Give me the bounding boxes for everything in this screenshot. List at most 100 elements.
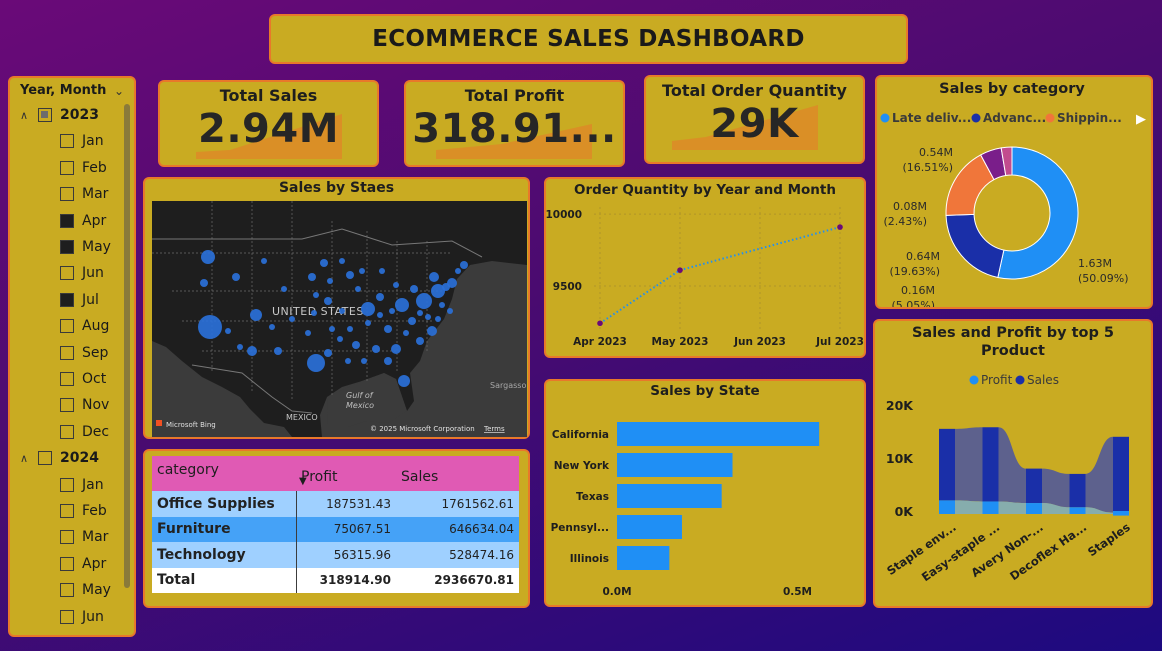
slicer-checkbox[interactable]: [60, 266, 74, 281]
slicer-item-feb[interactable]: Feb: [60, 158, 107, 178]
table-row[interactable]: Office Supplies 187531.43 1761562.61: [152, 491, 519, 517]
donut-pct-label: (19.63%): [889, 265, 940, 278]
bar-category-label: Pennsyl...: [551, 522, 609, 534]
bar: [617, 515, 682, 539]
sales-ribbon: [998, 427, 1026, 504]
slicer-item-apr[interactable]: Apr: [60, 554, 106, 574]
slicer-checkbox[interactable]: [60, 556, 74, 571]
slicer-item-label: Aug: [82, 318, 110, 335]
donut-value-label: 0.64M: [906, 250, 940, 263]
slicer-item-dec[interactable]: Dec: [60, 422, 109, 442]
profit-ribbon: [998, 501, 1026, 514]
order-quantity-line-card: Order Quantity by Year and Month 9500 1000…: [544, 177, 866, 358]
slicer-item-label: Jun: [82, 608, 104, 625]
slicer-item-mar[interactable]: Mar: [60, 527, 108, 547]
collapse-caret-icon[interactable]: ∧: [18, 109, 30, 122]
slicer-item-may[interactable]: May: [60, 237, 111, 257]
cell-profit: 75067.51: [296, 516, 396, 542]
slicer-checkbox[interactable]: [60, 134, 74, 149]
sort-desc-icon[interactable]: ▼: [299, 476, 307, 487]
ribbon-chart[interactable]: Sales and Profit by top 5 Product Profit Sa…: [875, 321, 1151, 606]
map-bubble: [417, 310, 423, 316]
y-tick-label: 10000: [546, 209, 582, 221]
slicer-item-feb[interactable]: Feb: [60, 501, 107, 521]
map-bubble: [247, 346, 257, 356]
map-bubble: [261, 258, 267, 264]
chevron-down-icon[interactable]: ⌄: [114, 84, 124, 98]
table-row[interactable]: Technology 56315.96 528474.16: [152, 542, 519, 568]
map-bubble: [359, 268, 365, 274]
header-sales[interactable]: Sales: [396, 456, 519, 491]
cell-total-label: Total: [157, 572, 196, 589]
profit-column: [1113, 511, 1129, 516]
slicer-checkbox[interactable]: [60, 345, 74, 360]
sales-column: [939, 428, 955, 501]
slicer-item-jun[interactable]: Jun: [60, 607, 104, 627]
map-bubble: [361, 358, 367, 364]
slicer-checkbox[interactable]: [60, 319, 74, 334]
slicer-item-2023[interactable]: ∧ 2023: [18, 105, 99, 125]
donut-pct-label: (2.43%): [883, 215, 927, 228]
bar: [617, 422, 820, 446]
slicer-item-jul[interactable]: Jul: [60, 290, 99, 310]
slicer-checkbox[interactable]: [60, 530, 74, 545]
slicer-checkbox[interactable]: [60, 240, 74, 254]
map-bubble: [376, 293, 384, 301]
line-chart[interactable]: Order Quantity by Year and Month 9500 1000…: [545, 179, 864, 356]
bar-chart[interactable]: Sales by State California New York Texas Pen…: [546, 381, 864, 605]
slicer-checkbox[interactable]: [60, 398, 74, 413]
slicer-item-label: Jan: [82, 133, 104, 150]
map-bubble: [347, 326, 353, 332]
slicer-item-label: Oct: [82, 371, 107, 387]
slicer-item-mar[interactable]: Mar: [60, 184, 108, 204]
map-canvas[interactable]: UNITED STATES MEXICO Gulf of Mexico Sarg…: [152, 201, 527, 437]
slicer-checkbox[interactable]: [60, 372, 74, 386]
slicer-scrollbar[interactable]: [124, 104, 130, 588]
map-bubble: [429, 272, 439, 282]
x-tick-label: Apr 2023: [573, 336, 627, 348]
slicer-checkbox[interactable]: [60, 477, 74, 492]
map-terms-link[interactable]: Terms: [483, 425, 505, 433]
slicer-checkbox[interactable]: [60, 424, 74, 439]
slicer-item-apr[interactable]: Apr: [60, 211, 106, 231]
slicer-item-oct[interactable]: Oct: [60, 369, 106, 389]
slicer-item-label: Apr: [82, 555, 107, 572]
sales-ribbon: [955, 427, 983, 502]
slicer-item-may[interactable]: May: [60, 580, 111, 600]
header-profit[interactable]: Profit ▼: [296, 456, 396, 491]
map-bubble: [339, 308, 345, 314]
map-bubble: [393, 282, 399, 288]
table-row[interactable]: Furniture 75067.51 646634.04: [152, 516, 519, 542]
slicer-checkbox[interactable]: [60, 292, 74, 307]
collapse-caret-icon[interactable]: ∧: [18, 452, 30, 465]
map-bubble: [377, 312, 383, 318]
slicer-item-jan[interactable]: Jan: [60, 131, 104, 151]
slicer-checkbox[interactable]: [38, 108, 52, 122]
slicer-item-jan[interactable]: Jan: [60, 475, 104, 495]
header-category[interactable]: category: [152, 456, 296, 478]
slicer-item-jun[interactable]: Jun: [60, 263, 104, 283]
slicer-checkbox[interactable]: [60, 609, 74, 624]
map-bubble: [289, 316, 295, 322]
slicer-checkbox[interactable]: [60, 504, 74, 518]
slicer-item-2024[interactable]: ∧ 2024: [18, 448, 99, 468]
slicer-item-aug[interactable]: Aug: [60, 316, 109, 336]
map-bubble: [416, 293, 432, 309]
slicer-checkbox[interactable]: [60, 187, 74, 202]
year-month-slicer[interactable]: Year, Month ⌄ ∧ 2023 Jan Feb Mar Apr May Jun Jul…: [8, 76, 136, 637]
map-bubble: [337, 336, 343, 342]
donut-chart[interactable]: Sales by category Late deliv... Advanc... S…: [877, 77, 1151, 312]
slicer-item-nov[interactable]: Nov: [60, 395, 109, 415]
map-title: Sales by Staes: [278, 180, 395, 196]
map-bubble: [339, 258, 345, 264]
legend-label: Profit: [981, 373, 1013, 387]
sales-map[interactable]: UNITED STATES MEXICO Gulf of Mexico Sarg…: [152, 201, 527, 437]
slicer-checkbox[interactable]: [60, 583, 74, 598]
slicer-checkbox[interactable]: [60, 213, 74, 228]
slicer-checkbox[interactable]: [60, 160, 74, 175]
slicer-checkbox[interactable]: [38, 451, 52, 466]
map-bubble: [372, 345, 380, 353]
legend-next-icon: ▶: [1136, 112, 1146, 127]
slicer-item-sep[interactable]: Sep: [60, 343, 108, 363]
slicer-item-label: 2024: [60, 450, 99, 467]
